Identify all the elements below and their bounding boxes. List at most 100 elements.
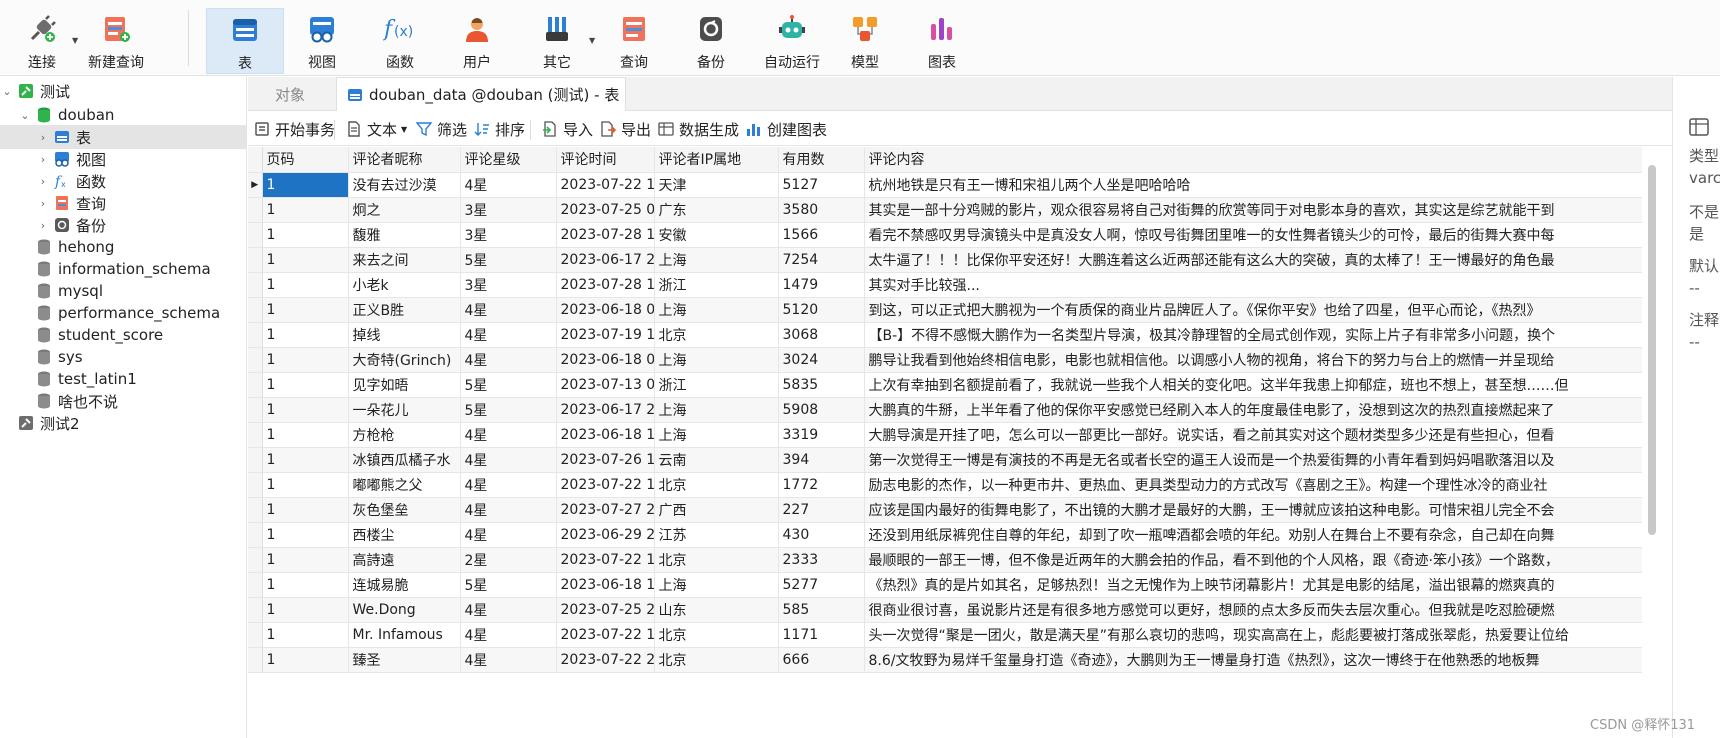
table-cell[interactable]: 1 [262,447,349,473]
table-cell[interactable]: 嘟嘟熊之父 [348,472,461,498]
table-cell[interactable]: 2023-07-22 1 [556,547,655,573]
function-button[interactable]: f (x) 函数 [380,8,420,74]
table-cell[interactable]: 1 [262,172,349,198]
table-cell[interactable]: 1772 [778,472,865,498]
table-cell[interactable]: 掉线 [348,322,461,348]
table-cell[interactable]: 鹏导让我看到他始终相信电影，电影也就相信他。以调感小人物的视角，将台下的努力与台… [864,347,1642,373]
row-indicator[interactable] [248,222,263,248]
column-header[interactable]: 评论者IP属地 [654,147,779,173]
vertical-scrollbar[interactable] [1645,147,1659,738]
chart-button[interactable]: 图表 [922,8,962,74]
table-cell[interactable]: 2023-06-18 0 [556,347,655,373]
table-cell[interactable]: 2023-06-17 2 [556,247,655,273]
table-cell[interactable]: 1 [262,547,349,573]
table-cell[interactable]: 1 [262,372,349,398]
table-cell[interactable]: 杭州地铁是只有王一博和宋祖儿两个人坐是吧哈哈哈 [864,172,1642,198]
row-indicator[interactable] [248,422,263,448]
tree-db-performance-schema[interactable]: performance_schema [0,301,246,325]
table-cell[interactable]: 上海 [654,422,779,448]
import-button[interactable]: 导入 [542,117,593,141]
table-row[interactable]: 1 炯之 3星 2023-07-25 0 广东 3580 其实是一部十分鸡贼的影片，观众很容… [248,197,1642,223]
table-cell[interactable]: 安徽 [654,222,779,248]
table-cell[interactable]: 4星 [460,472,557,498]
tree-item-functions[interactable]: › fx 函数 [0,169,246,193]
table-cell[interactable]: 2023-07-22 2 [556,647,655,673]
table-cell[interactable]: 2023-07-22 1 [556,472,655,498]
table-cell[interactable]: 4星 [460,497,557,523]
column-header[interactable]: 评论时间 [556,147,655,173]
table-cell[interactable]: 394 [778,447,865,473]
table-cell[interactable]: 还没到用纸尿裤兜住自尊的年纪，却到了吹一瓶啤酒都会喷的年纪。劝别人在舞台上不要有… [864,522,1642,548]
tree-db-douban[interactable]: ⌄ douban [0,103,246,127]
table-cell[interactable]: 1 [262,397,349,423]
table-row[interactable]: ▶ 1 没有去过沙漠 4星 2023-07-22 1 天津 5127 杭州地铁是只有王一博和宋… [248,172,1642,198]
table-cell[interactable]: 大鹏导演是开挂了吧，怎么可以一部更比一部好。说实话，看之前其实对这个题材类型多少… [864,422,1642,448]
table-cell[interactable]: 上海 [654,347,779,373]
table-cell[interactable]: 585 [778,597,865,623]
table-cell[interactable]: 来去之间 [348,247,461,273]
table-cell[interactable]: 2023-07-22 1 [556,622,655,648]
table-cell[interactable]: 上海 [654,247,779,273]
table-cell[interactable]: 2023-07-28 1 [556,272,655,298]
table-row[interactable]: 1 We.Dong 4星 2023-07-25 2 山东 585 很商业很讨喜，虽说影片还是… [248,597,1642,623]
table-cell[interactable]: 其实对手比较强... [864,272,1642,298]
table-cell[interactable]: 4星 [460,647,557,673]
grid-info-icon[interactable] [1689,117,1709,137]
table-cell[interactable]: 炯之 [348,197,461,223]
table-cell[interactable]: 上次有幸抽到名额提前看了，我就说一些我个人相关的变化吧。这半年我患上抑郁症，班也… [864,372,1642,398]
tree-item-tables[interactable]: › 表 [0,125,246,149]
table-cell[interactable]: 太牛逼了！！！比保你平安还好！大鹏连着这么近两部还能有这么大的突破，真的太棒了！… [864,247,1642,273]
table-cell[interactable]: 第一次觉得王一博是有演技的不再是无名或者长空的逼王人设而是一个热爱街舞的小青年看… [864,447,1642,473]
table-row[interactable]: 1 嘟嘟熊之父 4星 2023-07-22 1 北京 1772 励志电影的杰作，以一种更市井… [248,472,1642,498]
table-row[interactable]: 1 一朵花儿 5星 2023-06-17 2 上海 5908 大鹏真的牛掰，上半年看了他的保… [248,397,1642,423]
table-cell[interactable]: 臻圣 [348,647,461,673]
table-cell[interactable]: 1479 [778,272,865,298]
view-button[interactable]: 视图 [302,8,342,74]
tree-db-information-schema[interactable]: information_schema [0,257,246,281]
row-indicator[interactable] [248,347,263,373]
table-cell[interactable]: 上海 [654,397,779,423]
table-cell[interactable]: 浙江 [654,272,779,298]
table-cell[interactable]: 1 [262,472,349,498]
table-cell[interactable]: 1566 [778,222,865,248]
text-button[interactable]: 文本 ▼ [346,117,407,141]
table-cell[interactable]: 2023-06-18 0 [556,297,655,323]
row-indicator[interactable] [248,647,263,673]
table-cell[interactable]: 江苏 [654,522,779,548]
table-cell[interactable]: 1 [262,347,349,373]
table-cell[interactable]: 4星 [460,347,557,373]
table-cell[interactable]: 5835 [778,372,865,398]
table-cell[interactable]: 5277 [778,572,865,598]
expand-arrow-icon[interactable]: › [36,131,50,144]
table-cell[interactable]: 1 [262,322,349,348]
table-cell[interactable]: 1 [262,572,349,598]
table-cell[interactable]: 天津 [654,172,779,198]
table-row[interactable]: 1 方枪枪 4星 2023-06-18 1 上海 3319 大鹏导演是开挂了吧，怎么可以一部… [248,422,1642,448]
table-cell[interactable]: 1 [262,247,349,273]
tree-db-student-score[interactable]: student_score [0,323,246,347]
collapse-arrow-icon[interactable]: ⌄ [0,85,14,98]
table-cell[interactable]: 4星 [460,172,557,198]
table-cell[interactable]: 浙江 [654,372,779,398]
row-indicator[interactable] [248,272,263,298]
table-cell[interactable]: 其实是一部十分鸡贼的影片，观众很容易将自己对街舞的欣赏等同于对电影本身的喜欢，其… [864,197,1642,223]
table-cell[interactable]: 2023-07-25 0 [556,197,655,223]
table-cell[interactable]: 5127 [778,172,865,198]
column-header[interactable]: 评论者昵称 [348,147,461,173]
table-cell[interactable]: 北京 [654,622,779,648]
table-cell[interactable]: 1 [262,497,349,523]
row-indicator[interactable] [248,597,263,623]
table-cell[interactable]: 连城易脆 [348,572,461,598]
table-row[interactable]: 1 小老k 3星 2023-07-28 1 浙江 1479 其实对手比较强... [248,272,1642,298]
row-indicator[interactable] [248,472,263,498]
column-header[interactable]: 页码 [262,147,349,173]
table-cell[interactable]: 2023-07-27 2 [556,497,655,523]
table-cell[interactable]: 4星 [460,447,557,473]
tab-douban-data[interactable]: douban_data @douban (测试) - 表 [336,77,626,111]
expand-arrow-icon[interactable]: › [36,197,50,210]
table-cell[interactable]: 灰色堡垒 [348,497,461,523]
table-cell[interactable]: 7254 [778,247,865,273]
row-indicator[interactable]: ▶ [248,172,263,198]
backup-button[interactable]: 备份 [691,8,731,74]
table-cell[interactable]: 1 [262,647,349,673]
